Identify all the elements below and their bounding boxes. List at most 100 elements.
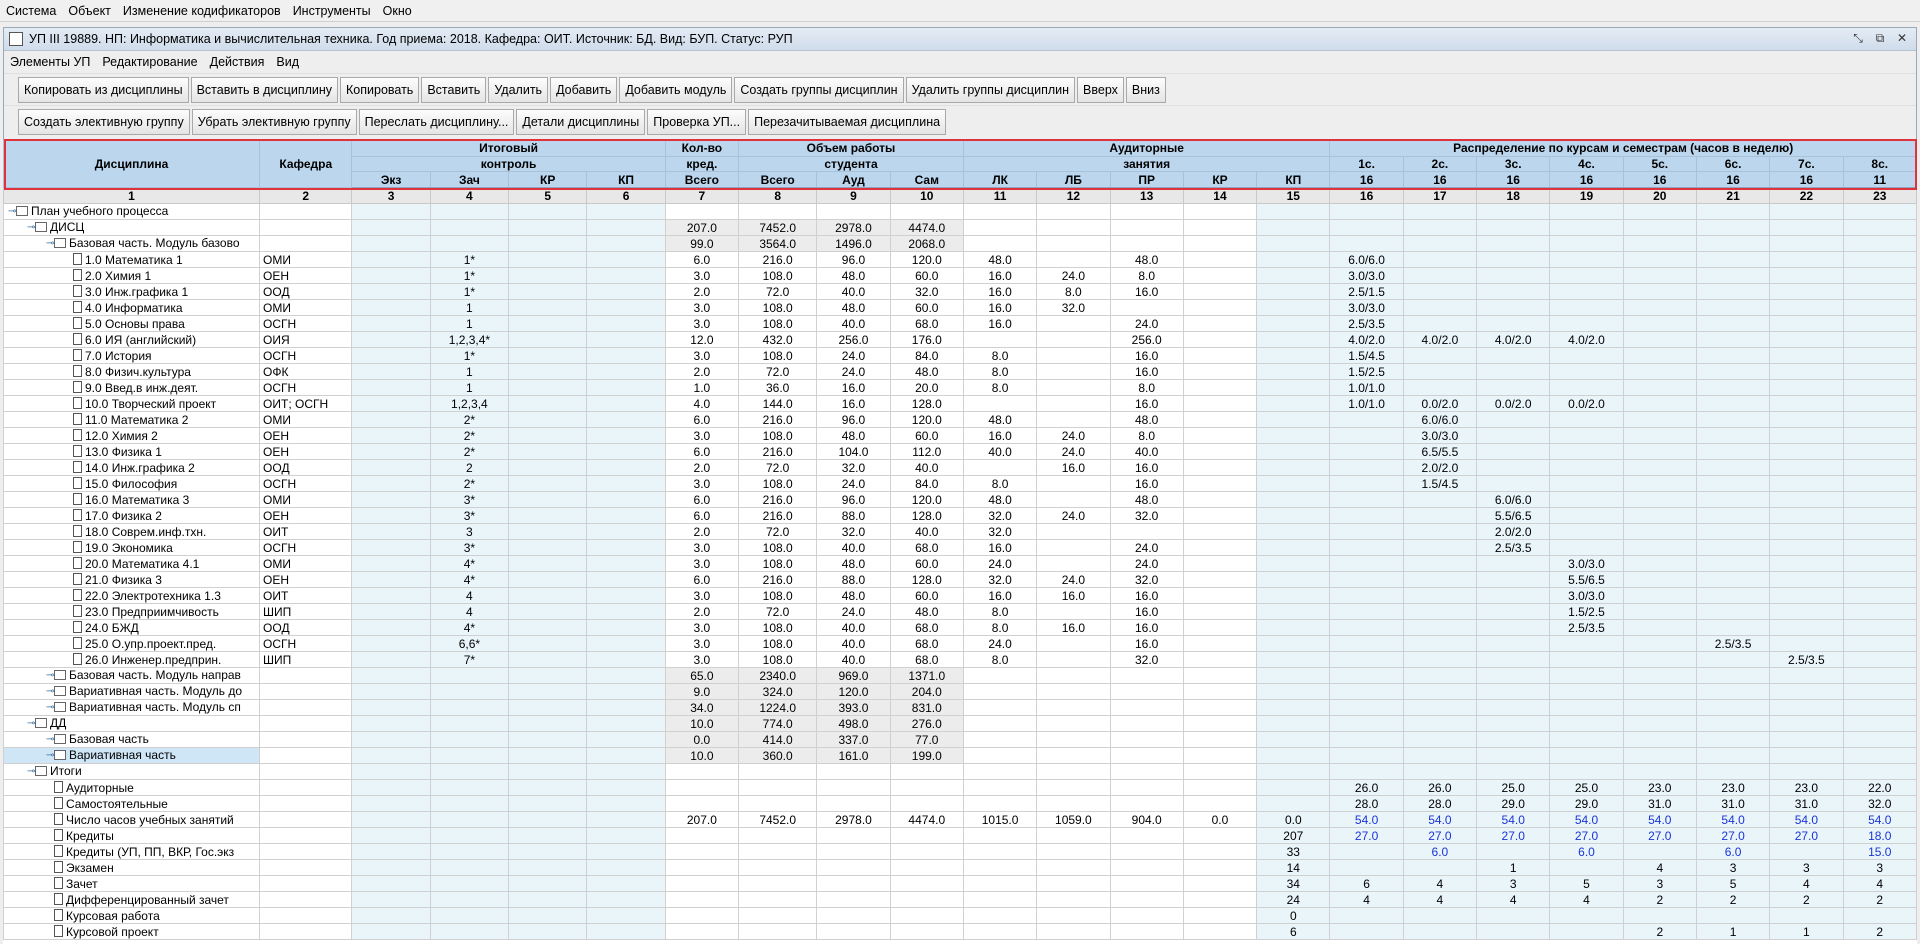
value-cell[interactable] <box>962 683 1038 701</box>
kafedra-cell[interactable] <box>259 747 353 765</box>
value-cell[interactable] <box>586 715 666 733</box>
discipline-cell[interactable]: 12.0 Химия 2 <box>3 427 261 445</box>
value-cell[interactable] <box>508 907 588 925</box>
table-row[interactable]: ⊸ Базовая часть. Модуль базово 99.0 3564.0 1… <box>3 235 1917 253</box>
value-cell[interactable]: 24.0 <box>1109 555 1184 573</box>
discipline-cell[interactable]: Дифференцированный зачет <box>3 891 261 909</box>
value-cell[interactable]: 207.0 <box>664 219 740 237</box>
value-cell[interactable]: 1,2,3,4 <box>429 395 510 413</box>
toolbar-button[interactable]: Вставить <box>421 76 487 103</box>
menu-item[interactable]: Объект <box>62 4 117 18</box>
value-cell[interactable] <box>351 667 431 685</box>
value-cell[interactable] <box>351 811 431 829</box>
value-cell[interactable] <box>1769 523 1844 541</box>
value-cell[interactable]: 25.0 <box>1476 779 1551 797</box>
value-cell[interactable]: 0.0/2.0 <box>1476 395 1551 413</box>
value-cell[interactable] <box>586 555 666 573</box>
value-cell[interactable]: 8.0 <box>962 475 1038 493</box>
value-cell[interactable]: 54.0 <box>1695 811 1771 829</box>
table-row[interactable]: 9.0 Введ.в инж.деят. ОСГН 1 1.0 36.0 16.0 20.0… <box>3 379 1917 397</box>
header-subcolumn[interactable]: КП <box>586 171 666 189</box>
value-cell[interactable] <box>1182 923 1258 941</box>
value-cell[interactable] <box>1182 267 1258 285</box>
value-cell[interactable] <box>1842 619 1917 637</box>
value-cell[interactable]: 24.0 <box>1109 539 1184 557</box>
value-cell[interactable]: 2340.0 <box>738 667 818 685</box>
table-row[interactable]: ⊸ Вариативная часть. Модуль сп 34.0 1224.0 3… <box>3 699 1917 717</box>
value-cell[interactable] <box>1109 859 1184 877</box>
table-row[interactable]: ⊸ Базовая часть. Модуль направ 65.0 2340.0 9… <box>3 667 1917 685</box>
value-cell[interactable]: 3.0 <box>664 619 740 637</box>
value-cell[interactable] <box>1549 235 1624 253</box>
value-cell[interactable] <box>889 875 964 893</box>
value-cell[interactable] <box>1036 411 1111 429</box>
value-cell[interactable]: 108.0 <box>738 299 818 317</box>
value-cell[interactable]: 1 <box>429 379 510 397</box>
value-cell[interactable]: 6.0 <box>664 411 740 429</box>
value-cell[interactable] <box>1402 523 1478 541</box>
value-cell[interactable] <box>1769 267 1844 285</box>
value-cell[interactable] <box>351 411 431 429</box>
kafedra-cell[interactable] <box>259 827 353 845</box>
value-cell[interactable] <box>962 795 1038 813</box>
value-cell[interactable]: 204.0 <box>889 683 964 701</box>
value-cell[interactable]: 48.0 <box>1109 491 1184 509</box>
value-cell[interactable] <box>1842 747 1917 765</box>
value-cell[interactable]: 1496.0 <box>816 235 891 253</box>
value-cell[interactable] <box>816 907 891 925</box>
value-cell[interactable]: 1224.0 <box>738 699 818 717</box>
value-cell[interactable] <box>1622 219 1697 237</box>
table-row[interactable]: Число часов учебных занятий 207.0 7452.0 29… <box>3 811 1917 829</box>
value-cell[interactable] <box>1402 203 1478 221</box>
value-cell[interactable] <box>351 603 431 621</box>
value-cell[interactable] <box>1256 379 1331 397</box>
value-cell[interactable] <box>1182 299 1258 317</box>
value-cell[interactable] <box>1036 475 1111 493</box>
value-cell[interactable] <box>738 907 818 925</box>
value-cell[interactable] <box>1842 523 1917 541</box>
value-cell[interactable]: 3.0 <box>664 539 740 557</box>
value-cell[interactable]: 120.0 <box>889 251 964 269</box>
value-cell[interactable]: 2.5/3.5 <box>1695 635 1771 653</box>
value-cell[interactable] <box>429 235 510 253</box>
value-cell[interactable] <box>508 587 588 605</box>
window-menu-item[interactable]: Редактирование <box>96 55 203 69</box>
value-cell[interactable]: 40.0 <box>816 315 891 333</box>
value-cell[interactable] <box>1329 539 1404 557</box>
value-cell[interactable] <box>1256 603 1331 621</box>
value-cell[interactable]: 276.0 <box>889 715 964 733</box>
value-cell[interactable] <box>1695 347 1771 365</box>
value-cell[interactable] <box>1036 827 1111 845</box>
value-cell[interactable] <box>1402 571 1478 589</box>
value-cell[interactable] <box>1329 427 1404 445</box>
value-cell[interactable] <box>1329 907 1404 925</box>
value-cell[interactable]: 60.0 <box>889 267 964 285</box>
value-cell[interactable]: 27.0 <box>1402 827 1478 845</box>
value-cell[interactable] <box>1622 843 1697 861</box>
value-cell[interactable] <box>1402 491 1478 509</box>
menu-item[interactable]: Окно <box>377 4 418 18</box>
value-cell[interactable] <box>1695 603 1771 621</box>
value-cell[interactable] <box>1695 251 1771 269</box>
kafedra-cell[interactable]: ШИП <box>259 603 353 621</box>
value-cell[interactable] <box>508 443 588 461</box>
value-cell[interactable]: 6.0 <box>1402 843 1478 861</box>
value-cell[interactable] <box>962 747 1038 765</box>
value-cell[interactable]: 3.0 <box>664 427 740 445</box>
value-cell[interactable] <box>1256 299 1331 317</box>
value-cell[interactable]: 16.0 <box>1109 363 1184 381</box>
table-row[interactable]: Кредиты 207 27.0 27.0 27.0 27.0 27.0 27.0 27.0 18… <box>3 827 1917 845</box>
value-cell[interactable] <box>1549 763 1624 781</box>
value-cell[interactable] <box>586 747 666 765</box>
value-cell[interactable]: 3 <box>429 523 510 541</box>
value-cell[interactable] <box>816 843 891 861</box>
value-cell[interactable] <box>1182 859 1258 877</box>
value-cell[interactable] <box>586 907 666 925</box>
value-cell[interactable] <box>1109 299 1184 317</box>
table-row[interactable]: 20.0 Математика 4.1 ОМИ 4* 3.0 108.0 48.0 60.0… <box>3 555 1917 573</box>
value-cell[interactable] <box>1256 363 1331 381</box>
table-row[interactable]: 7.0 История ОСГН 1* 3.0 108.0 24.0 84.0 8.0 16.0… <box>3 347 1917 365</box>
maximize-icon[interactable]: ⧉ <box>1872 31 1888 47</box>
value-cell[interactable]: 29.0 <box>1549 795 1624 813</box>
value-cell[interactable]: 9.0 <box>664 683 740 701</box>
